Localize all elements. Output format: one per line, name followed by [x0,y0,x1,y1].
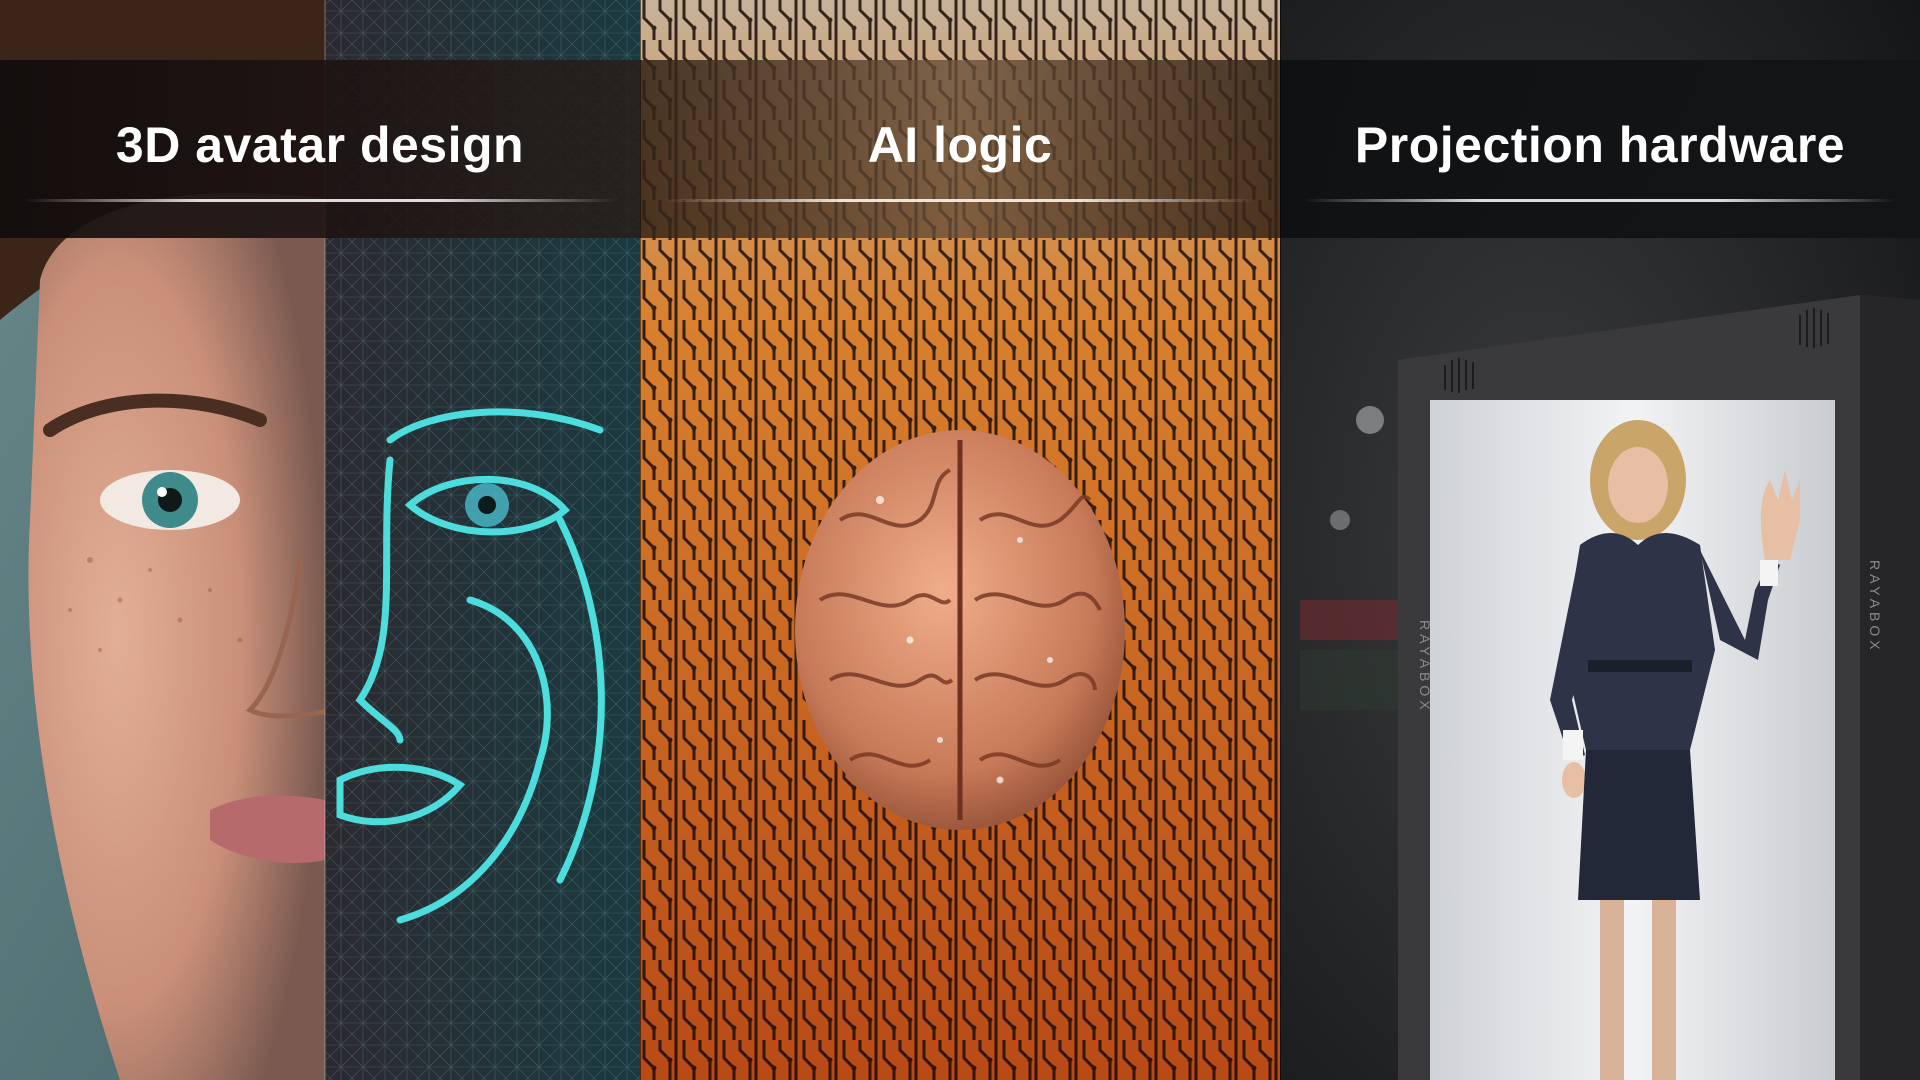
brand-mark-right: RAYABOX [1867,560,1883,654]
panel-divider [640,0,641,1080]
triptych: 3D avatar design AI logic RAYABOX RAYABO… [0,0,1920,1080]
panel-title: AI logic [867,117,1053,173]
title-underline [24,199,616,202]
panel-projection-hardware: RAYABOX RAYABOX Projection hardware [1280,0,1920,1080]
panel-title: Projection hardware [1354,117,1846,173]
title-underline [1304,199,1896,202]
title-band: Projection hardware [1280,60,1920,238]
panel-title: 3D avatar design [115,117,525,173]
panel-ai-logic: AI logic [640,0,1280,1080]
title-underline [664,199,1256,202]
brand-mark-left: RAYABOX [1417,620,1433,714]
panel-avatar-design: 3D avatar design [0,0,640,1080]
title-band: 3D avatar design [0,60,640,238]
panel-divider [1280,0,1281,1080]
title-band: AI logic [640,60,1280,238]
